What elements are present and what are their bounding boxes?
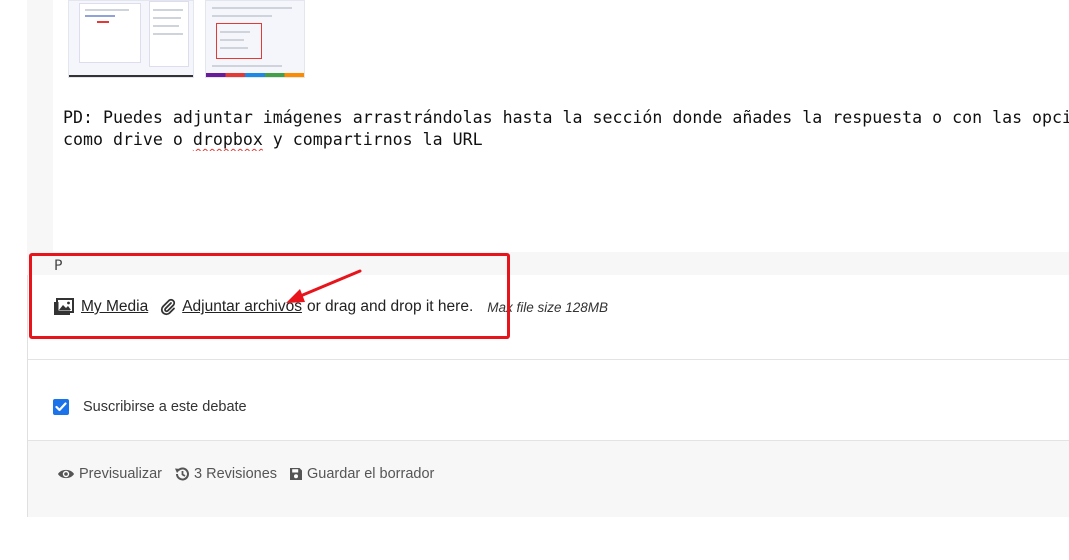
divider xyxy=(28,359,1069,360)
save-draft-button[interactable]: Guardar el borrador xyxy=(289,466,434,482)
preview-label: Previsualizar xyxy=(79,466,162,482)
reply-text-segment: como drive o xyxy=(63,130,193,149)
subscribe-option[interactable]: Suscribirse a este debate xyxy=(53,399,247,415)
embedded-image[interactable] xyxy=(68,0,194,78)
preview-button[interactable]: Previsualizar xyxy=(57,466,162,482)
eye-icon xyxy=(58,469,74,479)
annotation-highlight-box xyxy=(29,253,510,339)
history-icon xyxy=(175,467,189,481)
save-draft-label: Guardar el borrador xyxy=(307,466,435,482)
divider xyxy=(28,440,1069,441)
reply-text[interactable]: PD: Puedes adjuntar imágenes arrastrándo… xyxy=(63,107,1069,151)
subscribe-checkbox[interactable] xyxy=(53,399,69,415)
arrow-icon xyxy=(286,269,362,303)
subscribe-label[interactable]: Suscribirse a este debate xyxy=(83,399,247,415)
revisions-label: 3 Revisiones xyxy=(194,466,278,482)
embedded-image[interactable] xyxy=(205,0,305,78)
reply-text-line-1: PD: Puedes adjuntar imágenes arrastrándo… xyxy=(63,108,1069,127)
misspelled-word: dropbox xyxy=(192,130,263,149)
revisions-button[interactable]: 3 Revisiones xyxy=(174,466,277,482)
reply-text-segment: y compartirnos la URL xyxy=(262,130,483,149)
checkmark-icon xyxy=(55,402,67,412)
floppy-disk-icon xyxy=(290,468,303,480)
footer-actions: Previsualizar 3 Revisiones Guardar el bo… xyxy=(57,466,446,482)
reply-text-line-2: como drive o dropbox y compartirnos la U… xyxy=(63,129,1069,151)
